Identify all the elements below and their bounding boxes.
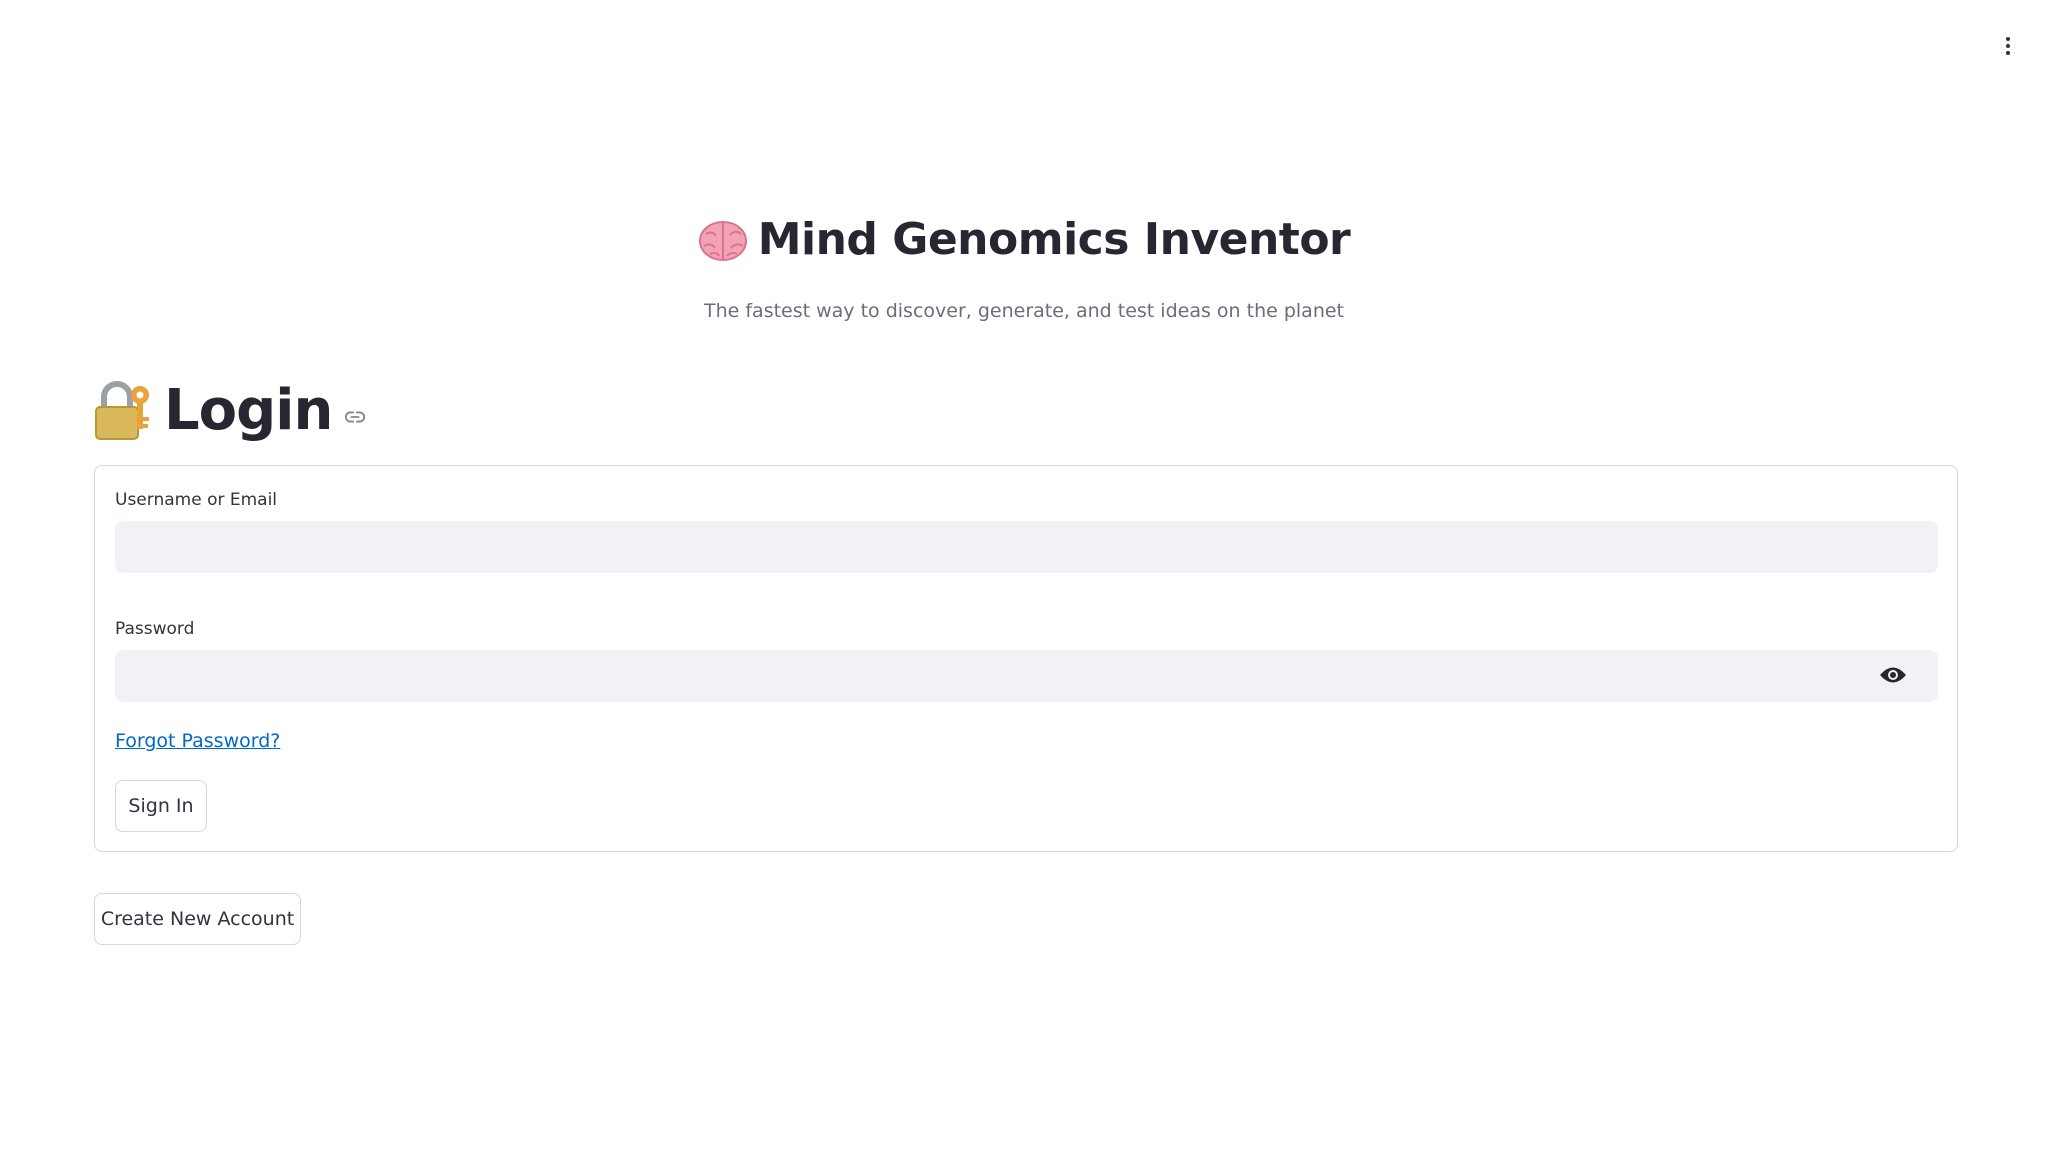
password-label: Password [115, 619, 195, 639]
app-title-text: Mind Genomics Inventor [757, 214, 1351, 265]
login-page: Mind Genomics Inventor The fastest way t… [0, 0, 2048, 1175]
create-account-button[interactable]: Create New Account [94, 893, 301, 945]
link-icon[interactable] [344, 406, 366, 428]
sign-in-button[interactable]: Sign In [115, 780, 207, 832]
tagline: The fastest way to discover, generate, a… [703, 300, 1345, 322]
username-label: Username or Email [115, 490, 278, 510]
lock-with-key-icon [95, 380, 149, 440]
login-form: Username or Email Password Forgot Passwo… [94, 465, 1958, 852]
username-input[interactable] [115, 521, 1938, 573]
kebab-dot [2006, 37, 2010, 41]
forgot-password-link[interactable]: Forgot Password? [115, 730, 280, 752]
brain-icon [698, 220, 747, 261]
eye-icon[interactable] [1879, 666, 1907, 684]
kebab-dot [2006, 51, 2010, 55]
kebab-dot [2006, 44, 2010, 48]
main-menu-button[interactable] [1996, 32, 2020, 60]
password-input[interactable] [115, 650, 1938, 702]
app-header: Mind Genomics Inventor [0, 214, 2048, 266]
login-title: Login [164, 378, 333, 443]
app-title: Mind Genomics Inventor [698, 214, 1351, 265]
login-heading: Login [94, 378, 366, 443]
